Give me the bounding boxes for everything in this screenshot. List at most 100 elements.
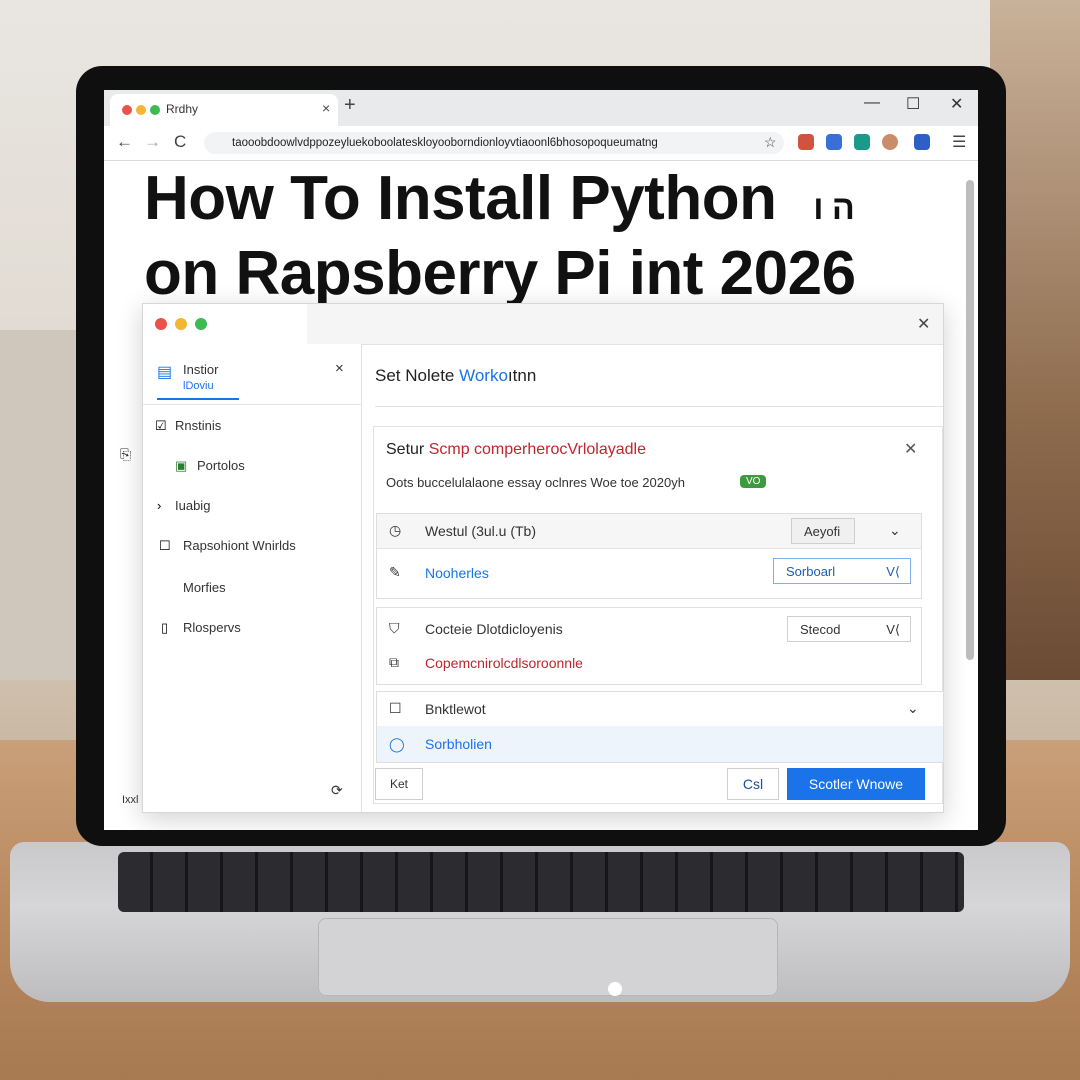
version-badge: VO: [740, 475, 767, 488]
headline-stray-glyphs: ה ו: [813, 189, 855, 227]
sidebar-header-title: Instior: [183, 362, 219, 377]
group-1-row-1-select[interactable]: Aeyofi: [791, 518, 855, 544]
primary-action-button[interactable]: Scotler Wnowe: [787, 768, 925, 800]
minimize-button[interactable]: —: [864, 94, 880, 112]
url-field[interactable]: taooobdoowlvdppozeyluekoboolateskloyoobo…: [204, 132, 784, 154]
group-2-row-1-value: Stecod: [800, 622, 841, 637]
copy-icon: ⎘: [120, 446, 132, 462]
dialog-minimize-dot[interactable]: [175, 318, 187, 330]
screen: Rrdhy × + — ☐ ✕ ← → C ● taooobdoowlvdppo…: [104, 90, 978, 830]
radio-icon[interactable]: ◯: [389, 736, 405, 753]
extension-icon[interactable]: [798, 134, 814, 150]
chevron-right-icon[interactable]: ›: [157, 498, 161, 513]
tab-close-icon[interactable]: ×: [322, 100, 330, 116]
select-chevron-icon: V⟨: [886, 622, 900, 637]
group-1-divider: [377, 548, 921, 549]
page-headline: How To Install Python ה ו on Rapsberry P…: [144, 166, 944, 307]
setup-card: Setur Scmp comperherocVrlolayadle ✕ Oots…: [373, 426, 944, 804]
document-icon: ▣: [175, 458, 188, 473]
profile-avatar[interactable]: [882, 134, 898, 150]
main-divider: [375, 406, 943, 407]
group-2-row-1-select[interactable]: Stecod V⟨: [787, 616, 911, 642]
group-1-row-1-value: Aeyofi: [804, 524, 841, 539]
headline-line-1: How To Install Python: [144, 164, 777, 233]
setup-dialog: ✕ ▤ Instior lDoviu × ☑ Rnstinis ▣ Portol…: [142, 303, 944, 813]
address-bar: ← → C ● taooobdoowlvdppozeyluekoboolates…: [104, 126, 978, 161]
window-zoom-dot[interactable]: [150, 105, 160, 115]
small-action-button[interactable]: Ket: [375, 768, 423, 800]
dialog-titlebar: ✕: [143, 304, 943, 345]
sidebar-item-rnstinis[interactable]: Rnstinis: [175, 418, 221, 433]
sidebar-header-sub[interactable]: lDoviu: [183, 380, 214, 392]
status-led: [608, 982, 622, 996]
checkbox-icon[interactable]: ☐: [159, 538, 171, 554]
maximize-button[interactable]: ☐: [906, 94, 920, 114]
sidebar-divider: [143, 404, 361, 405]
window-minimize-dot[interactable]: [136, 105, 146, 115]
dialog-sidebar: ▤ Instior lDoviu × ☑ Rnstinis ▣ Portolos…: [143, 344, 362, 812]
select-chevron-icon: V⟨: [886, 564, 900, 579]
footer-fragment: Ixxl: [122, 794, 139, 806]
main-title-part-1: Set Nolete: [375, 366, 460, 385]
group-3-row-1-label: Bnktlewot: [425, 701, 486, 717]
browser-tab[interactable]: Rrdhy ×: [110, 94, 338, 126]
dialog-zoom-dot[interactable]: [195, 318, 207, 330]
group-1-row-1-label: Westul (3ul.u (Tb): [425, 523, 536, 539]
dialog-close-icon[interactable]: ✕: [917, 314, 930, 334]
star-icon[interactable]: ☆: [764, 134, 777, 151]
group-1-row-2-label[interactable]: Nooherles: [425, 565, 489, 581]
card-title: Setur Scmp comperherocVrlolayadle: [386, 441, 646, 459]
option-group-3: ☐ Bnktlewot ⌄ ◯ Sorbholien: [376, 691, 944, 763]
card-close-icon[interactable]: ✕: [904, 439, 917, 459]
sidebar-item-rlospervs[interactable]: Rlospervs: [183, 620, 241, 635]
group-2-row-1-label: Cocteie Dlotdicloyenis: [425, 621, 563, 637]
sidebar-item-morfies[interactable]: Morfies: [183, 580, 226, 595]
sidebar-item-iuabig[interactable]: Iuabig: [175, 498, 210, 513]
extension-icon[interactable]: [914, 134, 930, 150]
sidebar-close-icon[interactable]: ×: [335, 360, 344, 377]
menu-icon[interactable]: ☰: [952, 132, 966, 152]
option-group-1: ◷ Westul (3ul.u (Tb) Aeyofi ⌄ ✎ Nooherle…: [376, 513, 922, 599]
card-subtitle: Oots buccelulalaone essay oclnres Woe to…: [386, 475, 685, 490]
card-title-part-2: Scmp comperherocVrlolayadle: [428, 441, 646, 458]
group-1-row-2-value: Sorboarl: [786, 564, 836, 579]
tab-bar: Rrdhy × + — ☐ ✕: [104, 90, 978, 126]
close-window-button[interactable]: ✕: [950, 94, 963, 114]
checkbox-icon[interactable]: ☐: [389, 700, 402, 717]
clock-icon: ◷: [389, 522, 402, 538]
loading-spinner-icon: ⟳: [331, 782, 343, 798]
extension-icon[interactable]: [854, 134, 870, 150]
card-title-part-1: Setur: [386, 441, 429, 458]
sidebar-active-indicator: [157, 398, 239, 400]
headline-line-2: on Rapsberry Pi int 2026: [144, 239, 856, 308]
dialog-main-title: Set Nolete Workoıtnn: [375, 366, 536, 386]
keyboard: [118, 852, 964, 912]
cancel-button[interactable]: Csl: [727, 768, 779, 800]
reload-button[interactable]: C: [174, 132, 186, 152]
page-icon: ▯: [161, 620, 169, 635]
sidebar-item-portolos[interactable]: Portolos: [197, 458, 245, 473]
shield-icon: ⛉: [389, 620, 400, 636]
group-1-row-2-select[interactable]: Sorboarl V⟨: [773, 558, 911, 584]
edit-box-icon: ⧉: [389, 654, 399, 670]
trackpad: [318, 918, 778, 996]
chevron-down-icon[interactable]: ⌄: [907, 700, 919, 717]
sidebar-item-rapsohiont[interactable]: Rapsohiont Wnirlds: [183, 538, 296, 553]
forward-button[interactable]: →: [144, 132, 161, 152]
background-shelf: [0, 330, 80, 680]
group-3-row-2-label[interactable]: Sorbholien: [425, 736, 492, 752]
page-scrollbar[interactable]: [966, 180, 974, 660]
chevron-down-icon[interactable]: ⌄: [889, 522, 901, 539]
installer-icon: ▤: [157, 364, 173, 381]
main-title-part-3: ıtnn: [507, 366, 537, 385]
back-button[interactable]: ←: [116, 132, 133, 152]
new-tab-button[interactable]: +: [344, 94, 356, 117]
dialog-close-dot[interactable]: [155, 318, 167, 330]
extension-icon[interactable]: [826, 134, 842, 150]
checkbox-icon[interactable]: ☑: [155, 418, 167, 434]
pencil-icon: ✎: [389, 564, 401, 580]
group-2-row-2-label[interactable]: Copemcnirolcdlsoroonnle: [425, 655, 583, 671]
dialog-tab: [143, 304, 307, 344]
tab-title: Rrdhy: [166, 102, 199, 116]
window-close-dot[interactable]: [122, 105, 132, 115]
